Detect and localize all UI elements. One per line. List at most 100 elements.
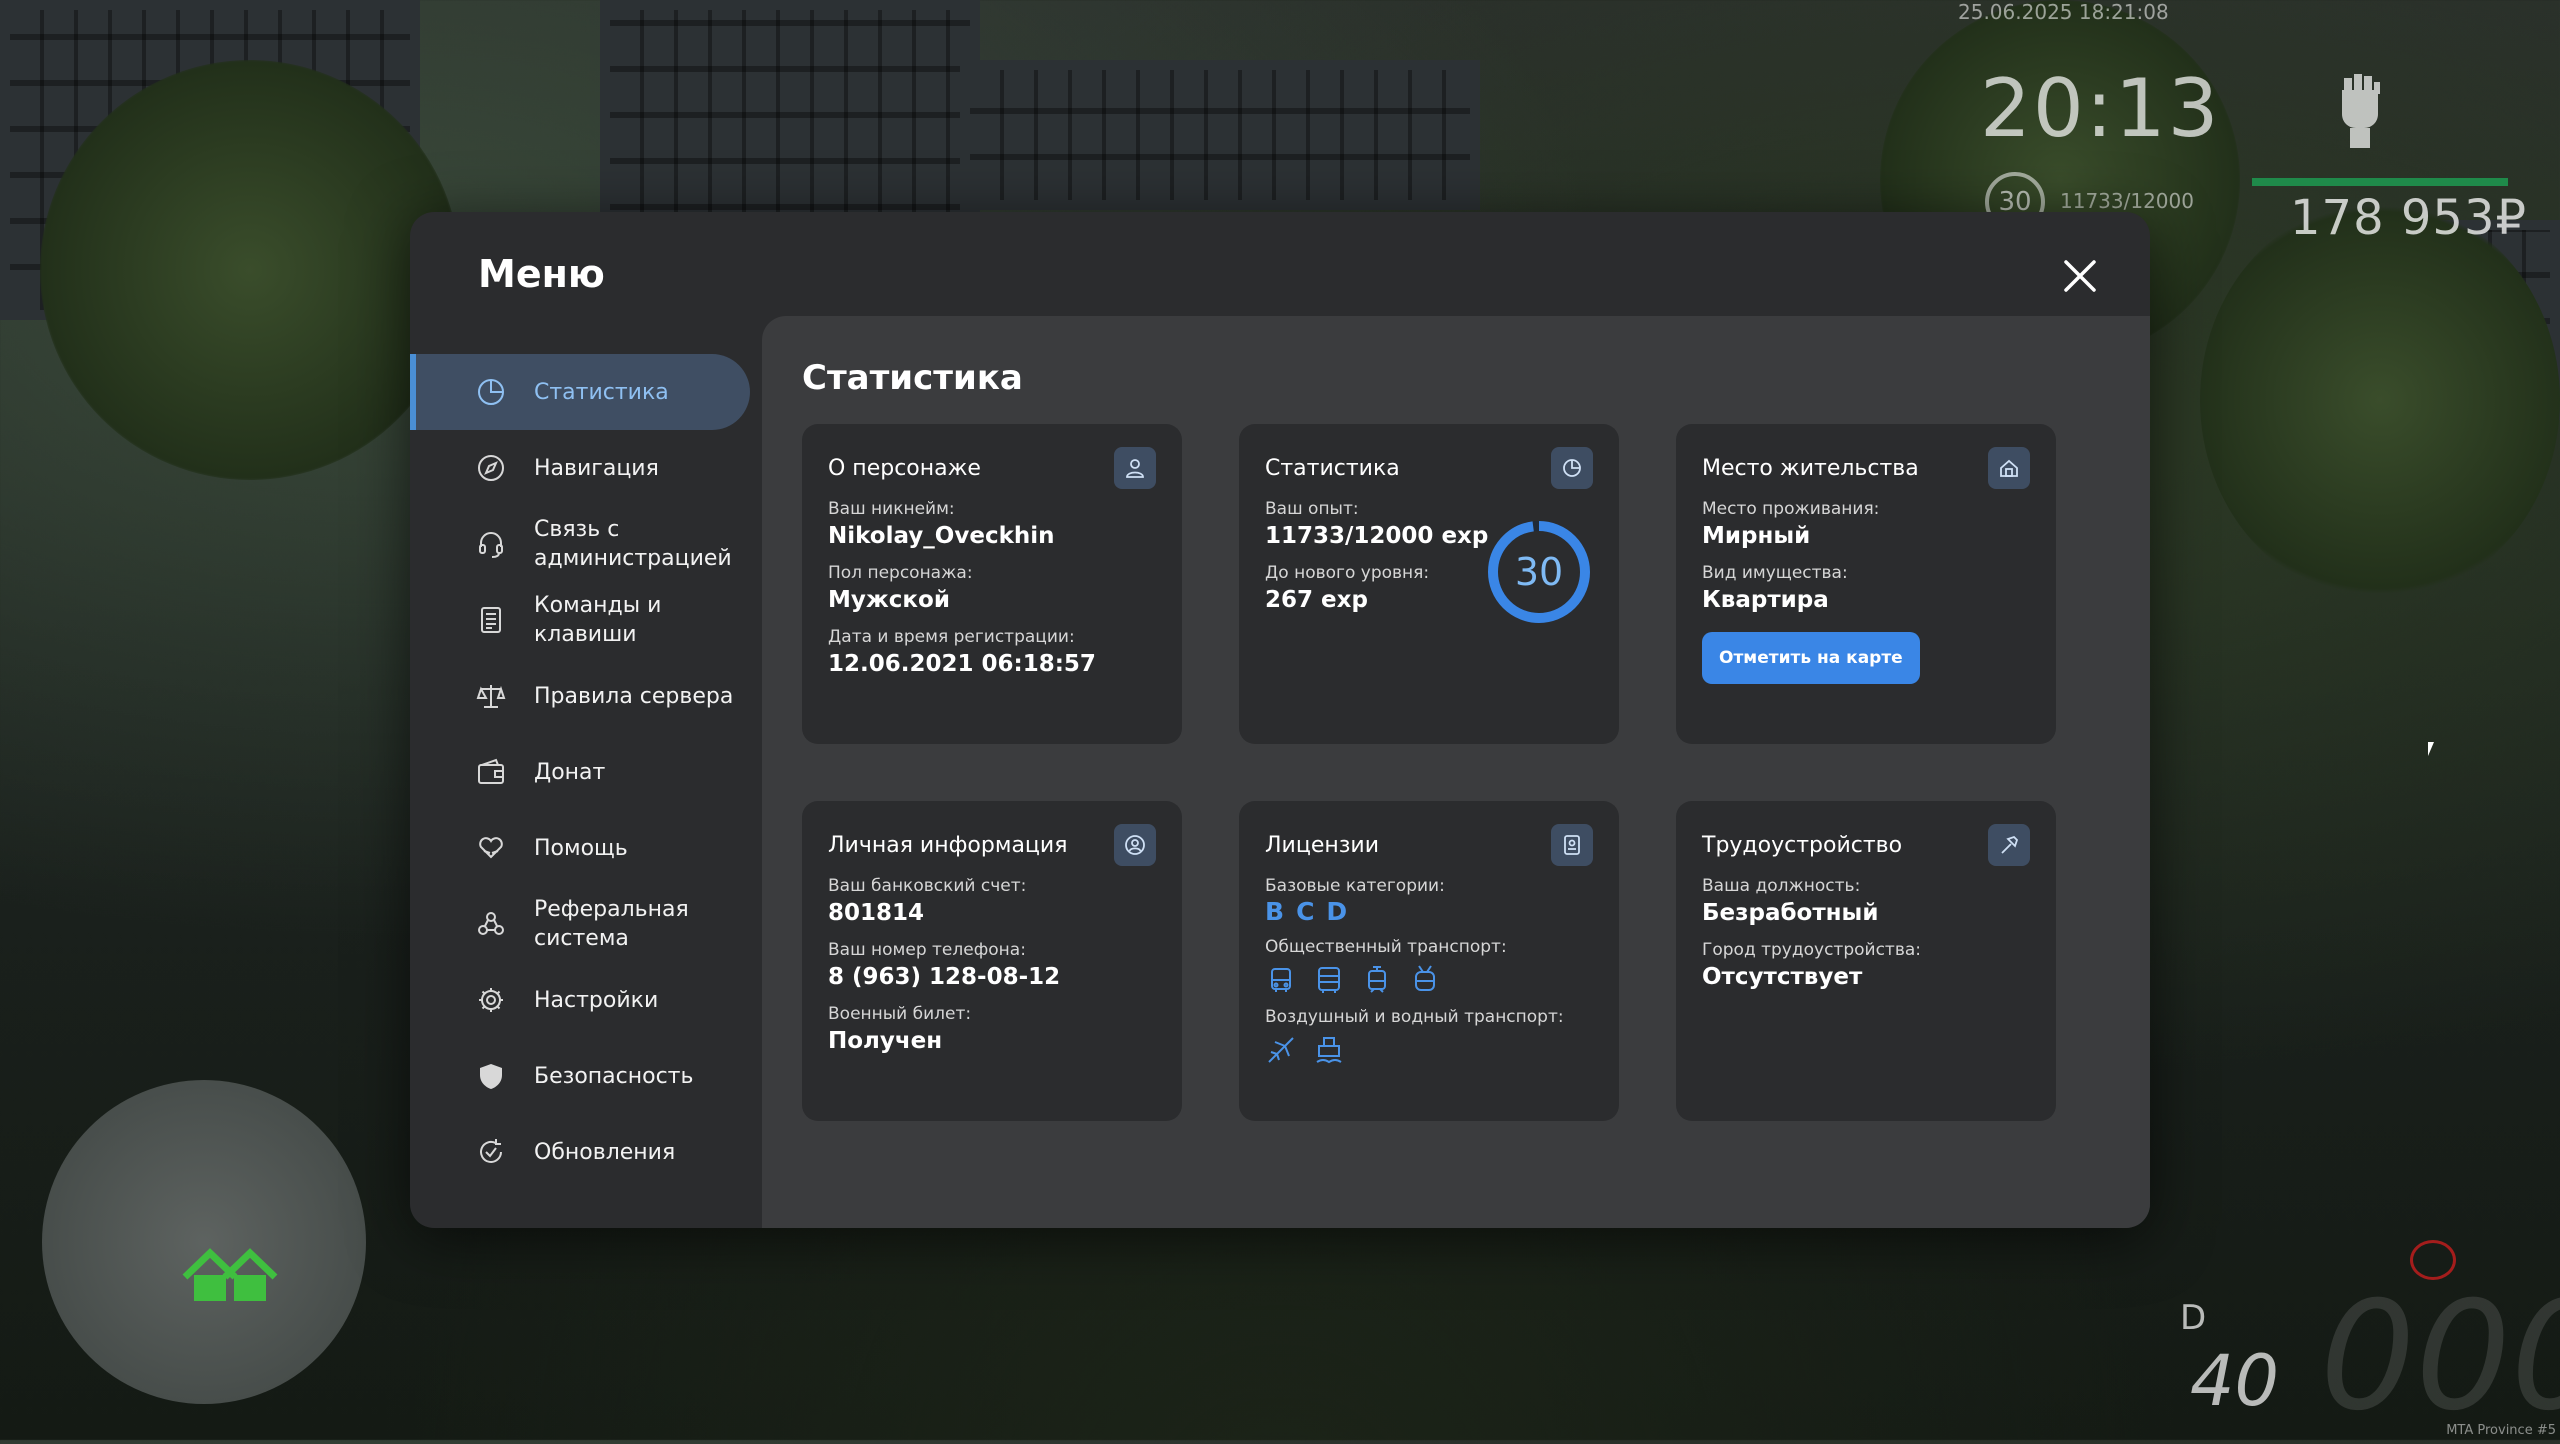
home-icon [180, 1245, 280, 1305]
modal-title: Меню [478, 252, 605, 296]
field-label: Дата и время регистрации: [828, 627, 1075, 647]
place-value: Мирный [1702, 523, 1811, 549]
hud-speedometer: 000 [2320, 1270, 2560, 1444]
sidebar-item-security[interactable]: Безопасность [410, 1038, 750, 1114]
field-label: Ваш номер телефона: [828, 940, 1026, 960]
compass-icon [476, 453, 506, 483]
field-label: Военный билет: [828, 1004, 972, 1024]
sidebar-item-label: Донат [534, 759, 606, 785]
people-icon [476, 909, 506, 939]
hud-money: 178 953₽ [2290, 190, 2528, 246]
sidebar-item-contact-admin[interactable]: Связь с администрацией [410, 506, 750, 582]
id-card-icon [1551, 824, 1593, 866]
position-value: Безработный [1702, 900, 1879, 926]
sidebar-item-rules[interactable]: Правила сервера [410, 658, 750, 734]
trolleybus-icon [1409, 964, 1441, 996]
license-category: D [1326, 897, 1348, 926]
hud-exp: 11733/12000 [2060, 189, 2194, 213]
employment-card: Трудоустройство Ваша должность: Безработн… [1676, 801, 2056, 1121]
heart-hands-icon [476, 833, 506, 863]
level-value: 30 [1514, 550, 1564, 594]
bank-value: 801814 [828, 900, 925, 926]
sidebar-item-label: Статистика [534, 379, 669, 405]
field-label: Вид имущества: [1702, 563, 1848, 583]
plane-icon [1265, 1034, 1297, 1066]
field-label: Воздушный и водный транспорт: [1265, 1007, 1564, 1027]
scales-icon [476, 681, 506, 711]
card-title: Личная информация [828, 832, 1068, 858]
close-button[interactable] [2058, 254, 2102, 298]
sidebar-item-label: Реферальная система [534, 897, 689, 951]
residence-card: Место жительства Место проживания: Мирный… [1676, 424, 2056, 744]
pie-chart-icon [1551, 447, 1593, 489]
fist-icon [2330, 70, 2390, 150]
card-title: Место жительства [1702, 455, 1919, 481]
sidebar-item-commands[interactable]: Команды и клавиши [410, 582, 750, 658]
military-value: Получен [828, 1028, 943, 1054]
wallet-icon [476, 757, 506, 787]
sidebar-item-donate[interactable]: Донат [410, 734, 750, 810]
character-card: О персонаже Ваш никнейм: Nikolay_Oveckhin… [802, 424, 1182, 744]
sidebar-item-referral[interactable]: Реферальная система [410, 886, 750, 962]
sidebar-item-label: Обновления [534, 1139, 676, 1165]
city-value: Отсутствует [1702, 964, 1863, 990]
field-label: Город трудоустройства: [1702, 940, 1921, 960]
headset-icon [476, 529, 506, 559]
bus-icon [1265, 964, 1297, 996]
sidebar-item-label: Правила сервера [534, 683, 734, 709]
minimap [42, 1080, 366, 1404]
bus-front-icon [1313, 964, 1345, 996]
sidebar-item-settings[interactable]: Настройки [410, 962, 750, 1038]
engine-warning-icon [2410, 1240, 2456, 1280]
pie-chart-icon [476, 377, 506, 407]
background-building [960, 60, 1480, 210]
sidebar-item-updates[interactable]: Обновления [410, 1114, 750, 1190]
card-title: О персонаже [828, 455, 981, 481]
sidebar-item-label: Безопасность [534, 1063, 694, 1089]
licenses-card: Лицензии Базовые категории: BCD Обществе… [1239, 801, 1619, 1121]
menu-modal: Меню Статистика Навигация Связь с админи… [410, 212, 2150, 1228]
sidebar-item-navigation[interactable]: Навигация [410, 430, 750, 506]
field-label: Ваша должность: [1702, 876, 1861, 896]
hud-fuel: 40 [2190, 1340, 2280, 1422]
refresh-icon [476, 1137, 506, 1167]
tram-icon [1361, 964, 1393, 996]
phone-value: 8 (963) 128-08-12 [828, 964, 1061, 990]
server-watermark: MTA Province #5 [2446, 1423, 2556, 1438]
sidebar-nav: Статистика Навигация Связь с администрац… [410, 354, 750, 1190]
mouse-cursor [2428, 742, 2434, 756]
field-label: Ваш никнейм: [828, 499, 955, 519]
user-circle-icon [1114, 824, 1156, 866]
shield-icon [476, 1061, 506, 1091]
sidebar-item-label: Команды и клавиши [534, 593, 662, 647]
level-progress-ring: 30 [1485, 518, 1593, 626]
personal-info-card: Личная информация Ваш банковский счет: 80… [802, 801, 1182, 1121]
sidebar-item-help[interactable]: Помощь [410, 810, 750, 886]
document-icon [476, 605, 506, 635]
boat-icon [1313, 1034, 1345, 1066]
field-label: Ваш банковский счет: [828, 876, 1027, 896]
sidebar-item-label: Связь с администрацией [534, 517, 732, 571]
user-icon [1114, 447, 1156, 489]
card-title: Трудоустройство [1702, 832, 1903, 858]
background-tree [40, 60, 460, 480]
license-category: C [1296, 897, 1315, 926]
sidebar-item-label: Навигация [534, 455, 659, 481]
property-value: Квартира [1702, 587, 1829, 613]
license-category: B [1265, 897, 1285, 926]
hud-datetime: 25.06.2025 18:21:08 [1958, 0, 2169, 24]
content-title: Статистика [802, 358, 1023, 398]
license-categories: BCD [1265, 897, 1593, 926]
field-label: Место проживания: [1702, 499, 1880, 519]
nickname-value: Nikolay_Oveckhin [828, 523, 1055, 549]
field-label: Ваш опыт: [1265, 499, 1359, 519]
sidebar-item-label: Настройки [534, 987, 659, 1013]
gear-icon [476, 985, 506, 1015]
sidebar-item-label: Помощь [534, 835, 628, 861]
sidebar-item-statistics[interactable]: Статистика [410, 354, 750, 430]
card-title: Статистика [1265, 455, 1400, 481]
hud-gear: D [2180, 1298, 2207, 1338]
mark-on-map-button[interactable]: Отметить на карте [1702, 632, 1920, 684]
hammer-icon [1988, 824, 2030, 866]
field-label: Пол персонажа: [828, 563, 973, 583]
